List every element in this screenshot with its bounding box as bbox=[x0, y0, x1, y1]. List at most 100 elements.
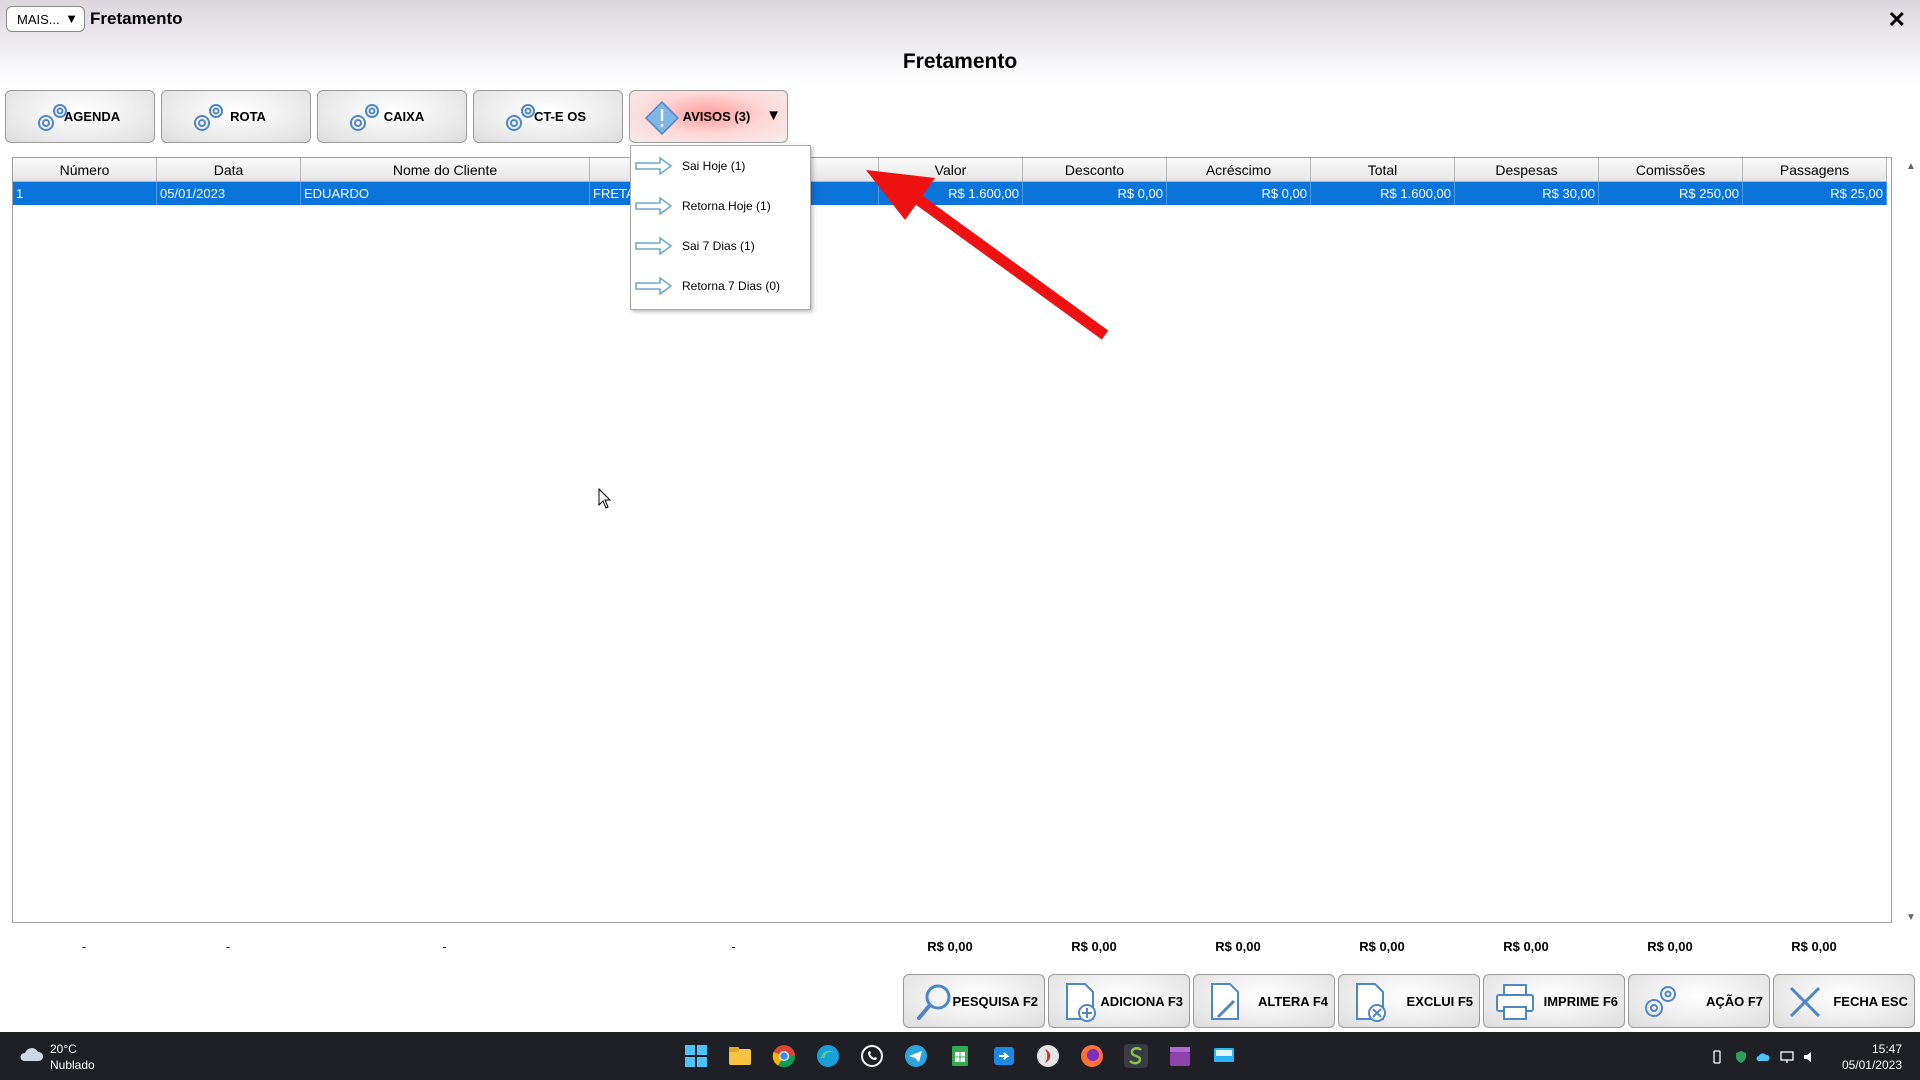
total-comissoes: R$ 0,00 bbox=[1647, 938, 1693, 954]
column-header-cliente[interactable]: Nome do Cliente bbox=[301, 158, 590, 182]
clock-time[interactable]: 15:47 bbox=[1872, 1042, 1902, 1056]
menu-item-sai-hoje[interactable]: Sai Hoje (1) bbox=[631, 146, 811, 186]
total-despesas: R$ 0,00 bbox=[1503, 938, 1549, 954]
printer-icon bbox=[1496, 984, 1534, 1020]
weather-description[interactable]: Nublado bbox=[50, 1058, 95, 1072]
cell-data: 05/01/2023 bbox=[157, 182, 301, 205]
exclui-label: EXCLUI F5 bbox=[1406, 993, 1473, 1009]
mouse-cursor-icon bbox=[598, 488, 612, 509]
exclui-button[interactable]: EXCLUI F5 bbox=[1338, 974, 1480, 1028]
column-header-desconto[interactable]: Desconto bbox=[1023, 158, 1167, 182]
altera-button[interactable]: ALTERA F4 bbox=[1193, 974, 1335, 1028]
vertical-scrollbar[interactable]: ▲ ▼ bbox=[1902, 157, 1920, 923]
total-acrescimo: R$ 0,00 bbox=[1215, 938, 1261, 954]
page-title: Fretamento bbox=[902, 50, 1018, 73]
imprime-label: IMPRIME F6 bbox=[1543, 993, 1618, 1009]
cte-os-label: CT-E OS bbox=[533, 109, 586, 124]
speaker-icon[interactable] bbox=[1802, 1050, 1816, 1064]
menu-item-retorna-7-dias[interactable]: Retorna 7 Dias (0) bbox=[631, 266, 811, 306]
usb-icon[interactable] bbox=[1710, 1050, 1724, 1064]
app-red-icon[interactable] bbox=[1036, 1044, 1060, 1068]
sheets-icon[interactable] bbox=[948, 1044, 972, 1068]
cell-desconto: R$ 0,00 bbox=[1023, 182, 1167, 205]
close-icon bbox=[1789, 986, 1821, 1018]
agenda-label: AGENDA bbox=[63, 109, 121, 124]
caixa-button[interactable]: CAIXA bbox=[317, 90, 467, 143]
acao-button[interactable]: AÇÃO F7 bbox=[1628, 974, 1770, 1028]
cell-despesas: R$ 30,00 bbox=[1455, 182, 1599, 205]
mais-menu-button[interactable]: MAIS... ▼ bbox=[6, 6, 85, 32]
pesquisa-button[interactable]: PESQUISA F2 bbox=[903, 974, 1045, 1028]
menu-item-sai-7-dias[interactable]: Sai 7 Dias (1) bbox=[631, 226, 811, 266]
column-header-passagens[interactable]: Passagens bbox=[1743, 158, 1887, 182]
whatsapp-icon[interactable] bbox=[860, 1044, 884, 1068]
data-grid: Número Data Nome do Cliente Valor Descon… bbox=[12, 157, 1892, 923]
arrow-right-icon bbox=[635, 156, 673, 176]
window-title: Fretamento bbox=[90, 9, 183, 28]
search-icon bbox=[917, 984, 951, 1020]
gear-icon bbox=[350, 104, 379, 131]
arrow-right-icon bbox=[635, 196, 673, 216]
telegram-icon[interactable] bbox=[904, 1044, 928, 1068]
avisos-label: AVISOS (3) bbox=[682, 109, 751, 124]
column-header-data[interactable]: Data bbox=[157, 158, 301, 182]
column-header-comissoes[interactable]: Comissões bbox=[1599, 158, 1743, 182]
arrow-right-icon bbox=[635, 276, 673, 296]
monitor-icon[interactable] bbox=[1780, 1050, 1794, 1064]
total-data: - bbox=[225, 938, 231, 954]
file-explorer-icon[interactable] bbox=[728, 1044, 752, 1068]
adiciona-button[interactable]: ADICIONA F3 bbox=[1048, 974, 1190, 1028]
weather-temperature[interactable]: 20°C bbox=[50, 1042, 77, 1056]
firefox-icon[interactable] bbox=[1080, 1044, 1104, 1068]
column-header-acrescimo[interactable]: Acréscimo bbox=[1167, 158, 1311, 182]
rota-label: ROTA bbox=[230, 109, 266, 124]
pesquisa-label: PESQUISA F2 bbox=[952, 993, 1038, 1009]
menu-item-label: Retorna Hoje (1) bbox=[682, 199, 771, 213]
imprime-button[interactable]: IMPRIME F6 bbox=[1483, 974, 1625, 1028]
fecha-label: FECHA ESC bbox=[1833, 993, 1908, 1009]
chrome-icon[interactable] bbox=[772, 1044, 796, 1068]
scroll-up-icon[interactable]: ▲ bbox=[1906, 161, 1916, 172]
screen-icon[interactable] bbox=[1212, 1044, 1236, 1068]
shield-icon[interactable] bbox=[1734, 1050, 1748, 1064]
cloud-sync-icon[interactable] bbox=[1756, 1050, 1770, 1064]
add-document-icon bbox=[1066, 983, 1096, 1022]
edge-icon[interactable] bbox=[816, 1044, 840, 1068]
clapper-icon[interactable] bbox=[1168, 1044, 1192, 1068]
cell-total: R$ 1.600,00 bbox=[1311, 182, 1455, 205]
total-total: R$ 0,00 bbox=[1359, 938, 1405, 954]
column-header-despesas[interactable]: Despesas bbox=[1455, 158, 1599, 182]
grid-header: Número Data Nome do Cliente Valor Descon… bbox=[13, 158, 1887, 182]
menu-item-label: Retorna 7 Dias (0) bbox=[682, 279, 781, 293]
mais-menu-label: MAIS... bbox=[17, 11, 60, 27]
table-row[interactable]: 1 05/01/2023 EDUARDO FRETA R$ 1.600,00 R… bbox=[13, 182, 1887, 205]
agenda-button[interactable]: AGENDA bbox=[5, 90, 155, 143]
cell-passagens: R$ 25,00 bbox=[1743, 182, 1887, 205]
app-s-icon[interactable] bbox=[1124, 1044, 1148, 1068]
total-valor: R$ 0,00 bbox=[927, 938, 973, 954]
scroll-down-icon[interactable]: ▼ bbox=[1906, 912, 1916, 923]
close-icon[interactable]: ✕ bbox=[1888, 7, 1906, 33]
totals-row: - - - - R$ 0,00 R$ 0,00 R$ 0,00 R$ 0,00 … bbox=[12, 936, 1886, 956]
chevron-down-icon[interactable]: ▼ bbox=[766, 107, 781, 124]
adiciona-label: ADICIONA F3 bbox=[1100, 993, 1183, 1009]
column-header-numero[interactable]: Número bbox=[13, 158, 157, 182]
title-bar: MAIS... ▼ Fretamento ✕ bbox=[0, 0, 1920, 40]
cte-os-button[interactable]: CT-E OS bbox=[473, 90, 623, 143]
remote-icon[interactable] bbox=[992, 1044, 1016, 1068]
menu-item-retorna-hoje[interactable]: Retorna Hoje (1) bbox=[631, 186, 811, 226]
rota-button[interactable]: ROTA bbox=[161, 90, 311, 143]
total-cliente: - bbox=[442, 938, 447, 954]
start-icon[interactable] bbox=[684, 1044, 708, 1068]
column-header-total[interactable]: Total bbox=[1311, 158, 1455, 182]
altera-label: ALTERA F4 bbox=[1257, 993, 1328, 1009]
avisos-button[interactable]: AVISOS (3) ▼ bbox=[629, 90, 788, 143]
column-header-valor[interactable]: Valor bbox=[879, 158, 1023, 182]
edit-document-icon bbox=[1211, 983, 1239, 1020]
total-desconto: R$ 0,00 bbox=[1071, 938, 1117, 954]
fecha-button[interactable]: FECHA ESC bbox=[1773, 974, 1915, 1028]
gear-icon bbox=[194, 104, 223, 131]
cell-comissoes: R$ 250,00 bbox=[1599, 182, 1743, 205]
total-passagens: R$ 0,00 bbox=[1791, 938, 1837, 954]
clock-date[interactable]: 05/01/2023 bbox=[1842, 1058, 1902, 1072]
